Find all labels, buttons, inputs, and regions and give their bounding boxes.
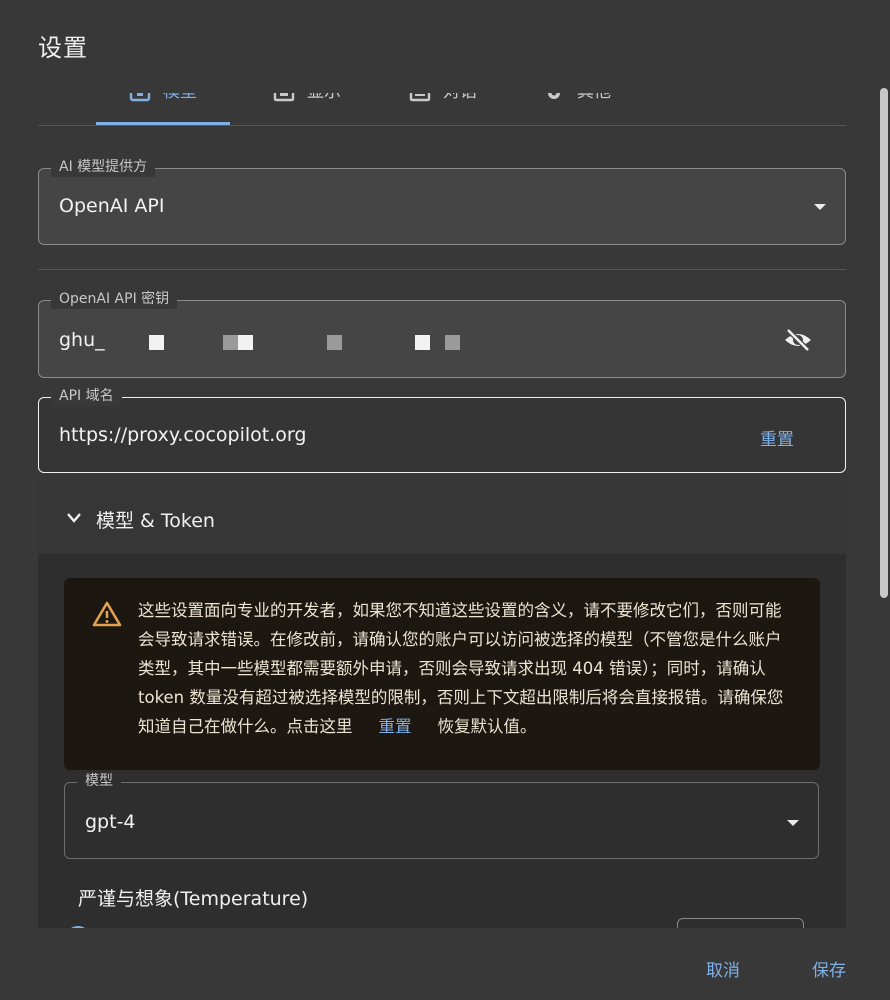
api-key-label: OpenAI API 密钥 — [51, 289, 178, 309]
warning-reset-link[interactable]: 重置 — [379, 717, 412, 736]
warning-suffix: 恢复默认值。 — [437, 717, 537, 736]
api-key-field[interactable]: OpenAI API 密钥 ghu_ — [38, 289, 846, 378]
api-key-value: ghu_ — [59, 329, 105, 351]
provider-select[interactable]: AI 模型提供方 OpenAI API — [38, 157, 846, 245]
accordion-header[interactable]: 模型 & Token — [38, 482, 846, 554]
dialog-title: 设置 — [38, 34, 88, 62]
settings-dialog: 设置 模型 显示 对话 其他 — [0, 0, 890, 1000]
warning-body: 这些设置面向专业的开发者，如果您不知道这些设置的含义，请不要修改它们，否则可能会… — [138, 601, 784, 736]
api-domain-label: API 域名 — [51, 386, 122, 406]
warning-alert: 这些设置面向专业的开发者，如果您不知道这些设置的含义，请不要修改它们，否则可能会… — [64, 578, 820, 770]
masked-char — [223, 335, 238, 350]
warning-text: 这些设置面向专业的开发者，如果您不知道这些设置的含义，请不要修改它们，否则可能会… — [138, 596, 794, 741]
model-select[interactable]: 模型 gpt-4 — [64, 771, 819, 859]
provider-label: AI 模型提供方 — [51, 157, 156, 177]
tab-bar: 模型 显示 对话 其他 — [38, 60, 846, 126]
accordion-title: 模型 & Token — [96, 510, 215, 532]
model-label: 模型 — [77, 771, 121, 791]
section-divider — [38, 269, 846, 270]
warning-icon — [92, 600, 122, 628]
chevron-down-icon — [814, 204, 826, 210]
masked-char — [415, 335, 430, 350]
save-button[interactable]: 保存 — [812, 956, 846, 981]
eye-off-icon[interactable] — [783, 327, 813, 353]
masked-char — [149, 335, 164, 350]
provider-value: OpenAI API — [59, 195, 165, 217]
api-domain-value: https://proxy.cocopilot.org — [59, 424, 307, 446]
scrollbar[interactable] — [880, 88, 888, 598]
scroll-clip — [38, 60, 846, 93]
masked-char — [238, 335, 253, 350]
dialog-footer — [0, 928, 890, 1000]
temperature-label: 严谨与想象(Temperature) — [78, 888, 309, 910]
api-domain-reset-button[interactable]: 重置 — [760, 425, 794, 450]
masked-char — [327, 335, 342, 350]
model-value: gpt-4 — [85, 811, 136, 833]
chevron-down-icon — [66, 510, 81, 524]
masked-char — [445, 335, 460, 350]
tab-active-indicator — [96, 122, 230, 125]
cancel-button[interactable]: 取消 — [706, 956, 740, 981]
chevron-down-icon — [787, 820, 799, 826]
api-domain-field[interactable]: API 域名 https://proxy.cocopilot.org 重置 — [38, 386, 846, 473]
